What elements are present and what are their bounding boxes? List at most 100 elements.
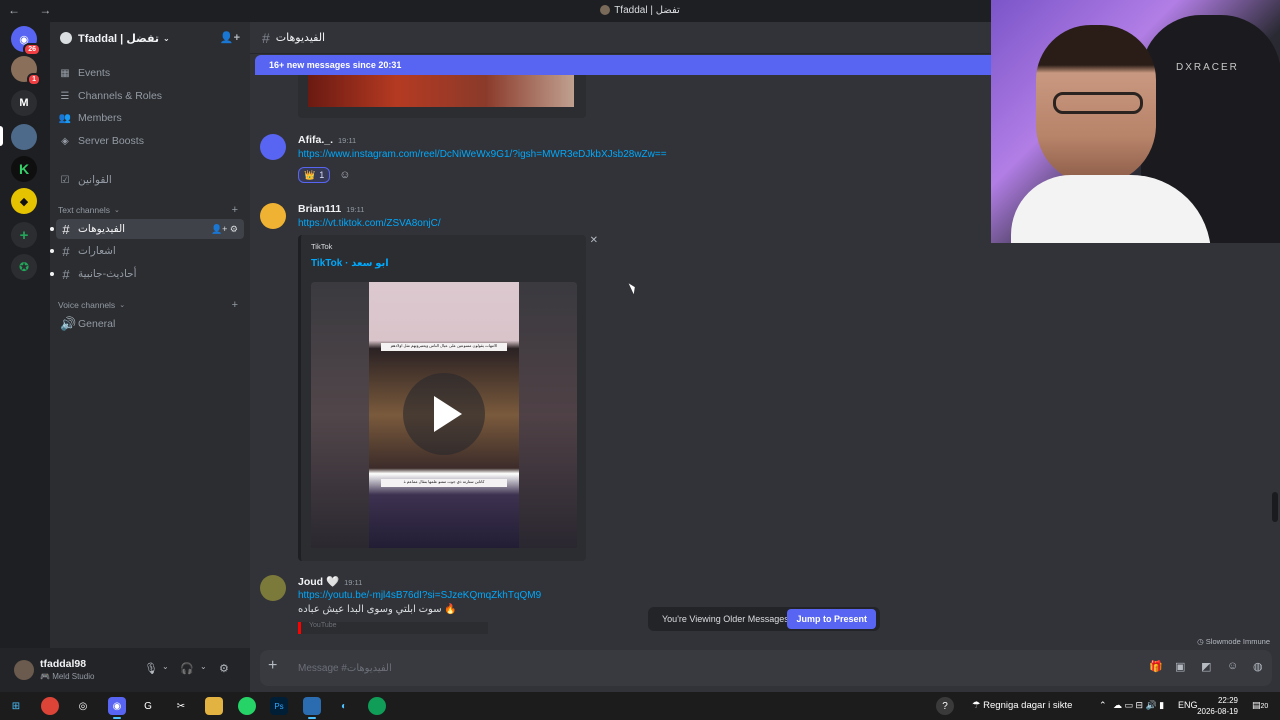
add-reaction-icon[interactable]: ☺ xyxy=(334,167,355,183)
nav-events[interactable]: ▦ Events xyxy=(58,63,244,83)
chevron-down-icon[interactable]: ⌄ xyxy=(162,662,169,671)
video-blur-left xyxy=(311,282,369,548)
server-icon-1[interactable]: 1 xyxy=(11,56,41,86)
channel-settings-icons[interactable]: 👤+ ⚙ xyxy=(211,224,238,235)
add-channel-icon[interactable]: + xyxy=(232,204,238,216)
new-messages-bar[interactable]: 16+ new messages since 20:31 xyxy=(255,55,1000,75)
user-panel: tfaddal98 🎮 Meld Studio 🎙 ⌄ 🎧 ⌄ ⚙ xyxy=(0,648,250,692)
channel-side-talk[interactable]: # أحاديث-جانبية xyxy=(50,264,244,284)
obs-icon[interactable]: ◎ xyxy=(74,697,92,715)
channel-notifications[interactable]: # اشعارات xyxy=(50,241,244,261)
older-messages-bar: You're Viewing Older Messages Jump to Pr… xyxy=(648,607,880,631)
jump-to-present-button[interactable]: Jump to Present xyxy=(787,609,876,629)
server-icon-k[interactable]: K xyxy=(11,156,37,182)
server-rail: ◉ 26 1 M K ◆ + ✪ xyxy=(0,22,50,692)
capcut-icon[interactable]: ✂ xyxy=(172,697,190,715)
message-link[interactable]: https://vt.tiktok.com/ZSVA8onjC/ xyxy=(298,218,441,229)
scrollbar[interactable] xyxy=(1272,492,1278,522)
guild-header[interactable]: Tfaddal | تفضل ⌄ 👤+ xyxy=(50,22,250,54)
server-icon-m[interactable]: M xyxy=(11,90,37,116)
emoji-icon[interactable]: ☺ xyxy=(1227,660,1238,672)
chevron-down-icon[interactable]: ⌄ xyxy=(200,662,207,671)
tiktok-embed: TikTok TikTok · ابو سعد ✕ الامهات يقولون… xyxy=(298,235,598,561)
nav-members[interactable]: 👥 Members xyxy=(58,108,244,128)
reactions: 👑 1 ☺ xyxy=(298,167,355,183)
discord-taskbar-icon[interactable]: ◉ xyxy=(108,697,126,719)
video-caption-bottom: كاتابن ستارته ذي جوت ممنو علمها بنقال مم… xyxy=(381,479,507,487)
chrome-icon-2[interactable] xyxy=(368,697,386,715)
close-icon[interactable]: ✕ xyxy=(590,235,598,246)
channel-videos[interactable]: # الفيديوهات 👤+ ⚙ xyxy=(50,219,244,239)
direct-messages-button[interactable]: ◉ 26 xyxy=(11,26,41,56)
voice-category[interactable]: Voice channels ⌄ + xyxy=(58,299,244,311)
message-composer: + 🎁 ▣ ◩ ☺ ◍ xyxy=(260,650,1272,686)
photoshop-icon[interactable]: Ps xyxy=(270,697,288,715)
avatar[interactable] xyxy=(260,134,286,160)
whatsapp-icon[interactable] xyxy=(238,697,256,715)
nav-channels-roles[interactable]: ☰ Channels & Roles xyxy=(58,86,244,106)
add-channel-icon[interactable]: + xyxy=(232,299,238,311)
headphones-icon[interactable]: 🎧 xyxy=(180,662,194,675)
reaction-crown[interactable]: 👑 1 xyxy=(298,167,331,183)
tray-icons[interactable]: ☁ ▭ ⊟ 🔊 ▮ xyxy=(1113,700,1164,711)
embed-thumbnail[interactable] xyxy=(308,75,574,107)
windows-taskbar: ⊞ ◎ ◉ G ✂ Ps ◐ ? ☂ Regniga dagar i sikte… xyxy=(0,692,1280,720)
channel-sidebar: Tfaddal | تفضل ⌄ 👤+ ▦ Events ☰ Channels & … xyxy=(50,22,250,648)
video-player[interactable]: الامهات يقولون ممنوعين على عيال الناس وي… xyxy=(311,282,577,548)
members-icon: 👥 xyxy=(58,112,72,124)
mouse-cursor xyxy=(628,281,638,295)
message-author[interactable]: Brian111 19:11 xyxy=(298,203,364,215)
explore-icon[interactable]: ✪ xyxy=(11,254,37,280)
apps-icon[interactable]: ◍ xyxy=(1253,660,1263,673)
message-input[interactable] xyxy=(298,658,998,678)
message-author[interactable]: Joud 🤍 19:11 xyxy=(298,575,362,588)
avatar[interactable] xyxy=(260,203,286,229)
notifications-icon[interactable]: ▤20 xyxy=(1252,700,1268,711)
message-text: سوت ابلتي وسوى البدا عيش عباده 🔥 xyxy=(298,604,457,615)
weather-widget[interactable]: ☂ Regniga dagar i sikte xyxy=(972,700,1072,711)
gear-icon[interactable]: ⚙ xyxy=(219,662,229,675)
message-author[interactable]: Afifa._. 19:11 xyxy=(298,134,356,146)
add-server-icon[interactable]: + xyxy=(11,222,37,248)
chevron-up-icon[interactable]: ⌃ xyxy=(1099,700,1107,711)
plus-icon[interactable]: + xyxy=(268,657,277,675)
embed-title[interactable]: TikTok · ابو سعد xyxy=(311,258,389,269)
avatar[interactable] xyxy=(14,660,34,680)
app-window-icon[interactable] xyxy=(303,697,321,719)
chevron-down-icon: ⌄ xyxy=(119,302,126,309)
channel-rules[interactable]: ☑ القوانين xyxy=(58,170,244,190)
gift-icon[interactable]: 🎁 xyxy=(1149,660,1163,673)
chrome-icon[interactable] xyxy=(41,697,59,715)
active-server-pill xyxy=(0,126,3,146)
video-blur-right xyxy=(519,282,577,548)
microphone-icon[interactable]: 🎙 xyxy=(144,662,158,675)
copilot-icon[interactable]: ? xyxy=(936,697,954,715)
language-indicator[interactable]: ENG xyxy=(1178,700,1198,710)
hash-icon: # xyxy=(62,221,70,237)
app-g-icon[interactable]: G xyxy=(139,697,157,715)
message-link[interactable]: https://www.instagram.com/reel/DcNiWeWx9… xyxy=(298,149,667,160)
server-icon-tfaddal[interactable] xyxy=(11,124,37,150)
slowmode-indicator: ◷ Slowmode Immune xyxy=(1197,637,1270,646)
message-link[interactable]: https://youtu.be/-mjl4sB76dI?si=SJzeKQmq… xyxy=(298,590,541,601)
voice-general[interactable]: 🔊 General xyxy=(56,314,244,334)
guild-name: Tfaddal | تفضل xyxy=(78,32,160,45)
unread-dot xyxy=(50,249,54,253)
message-time: 19:11 xyxy=(344,578,363,587)
text-category[interactable]: Text channels ⌄ + xyxy=(58,204,244,216)
server-avatar-icon xyxy=(600,5,611,16)
play-icon[interactable] xyxy=(403,373,485,455)
nav-server-boosts[interactable]: ◈ Server Boosts xyxy=(58,131,244,151)
windows-start-icon[interactable]: ⊞ xyxy=(7,697,25,715)
server-icon-yellow[interactable]: ◆ xyxy=(11,188,37,214)
avatar[interactable] xyxy=(260,575,286,601)
invite-people-icon[interactable]: 👤+ xyxy=(220,31,240,44)
youtube-embed: YouTube xyxy=(298,622,488,634)
gif-icon[interactable]: ▣ xyxy=(1175,660,1185,673)
app-circle-icon[interactable]: ◐ xyxy=(335,697,353,715)
chair-logo: DXRACER xyxy=(1176,62,1239,73)
sticker-icon[interactable]: ◩ xyxy=(1201,660,1211,673)
username: tfaddal98 xyxy=(40,658,87,670)
clock[interactable]: 22:29 2026-08-19 xyxy=(1196,695,1238,717)
file-explorer-icon[interactable] xyxy=(205,697,223,715)
